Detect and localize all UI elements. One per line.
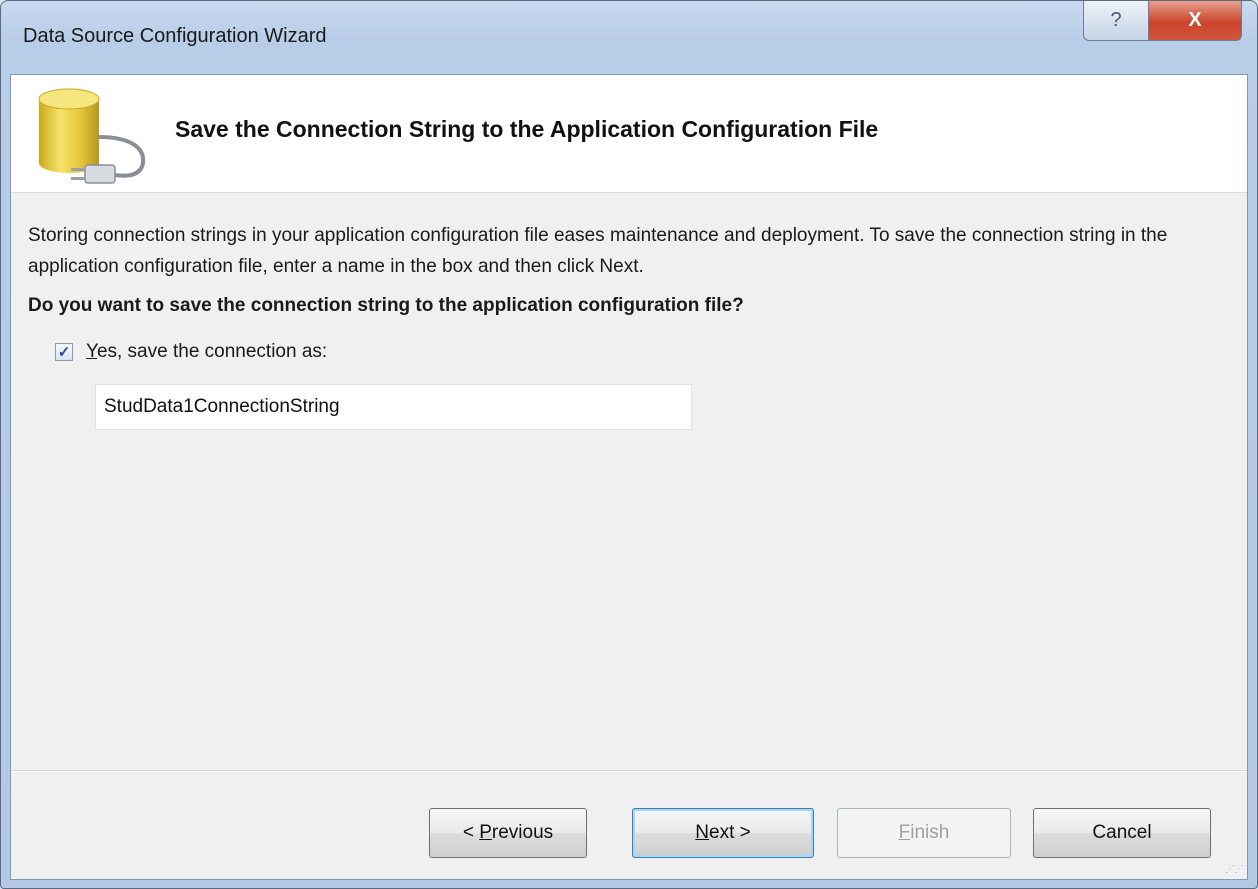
checkmark-icon: ✓ xyxy=(57,344,71,361)
connection-name-input[interactable] xyxy=(95,384,692,430)
page-title: Save the Connection String to the Applic… xyxy=(175,116,879,142)
save-connection-label[interactable]: Yes, save the connection as: xyxy=(86,341,327,363)
question-mark-icon: ? xyxy=(1110,9,1122,31)
resize-grip-icon[interactable]: ⋰⋰ xyxy=(1225,864,1244,875)
next-button[interactable]: Next > xyxy=(632,808,814,858)
database-plug-icon xyxy=(38,88,146,184)
save-connection-option[interactable]: ✓ Yes, save the connection as: xyxy=(55,341,327,363)
save-question: Do you want to save the connection strin… xyxy=(28,295,744,316)
finish-button[interactable]: Finish xyxy=(837,808,1011,858)
description-text: Storing connection strings in your appli… xyxy=(28,225,1168,277)
help-button[interactable]: ? xyxy=(1083,1,1149,41)
window-title: Data Source Configuration Wizard xyxy=(23,25,327,47)
close-icon: X xyxy=(1188,9,1202,31)
cancel-button[interactable]: Cancel xyxy=(1033,808,1211,858)
wizard-client-area: Save the Connection String to the Applic… xyxy=(10,74,1248,880)
previous-button[interactable]: < Previous xyxy=(429,808,587,858)
close-button[interactable]: X xyxy=(1148,1,1242,41)
save-connection-checkbox[interactable]: ✓ xyxy=(55,343,73,361)
footer-separator xyxy=(11,770,1247,772)
title-bar[interactable]: Data Source Configuration Wizard ? X xyxy=(1,1,1257,75)
wizard-header: Save the Connection String to the Applic… xyxy=(11,75,1247,193)
wizard-window: Data Source Configuration Wizard ? X Sav… xyxy=(0,0,1258,889)
